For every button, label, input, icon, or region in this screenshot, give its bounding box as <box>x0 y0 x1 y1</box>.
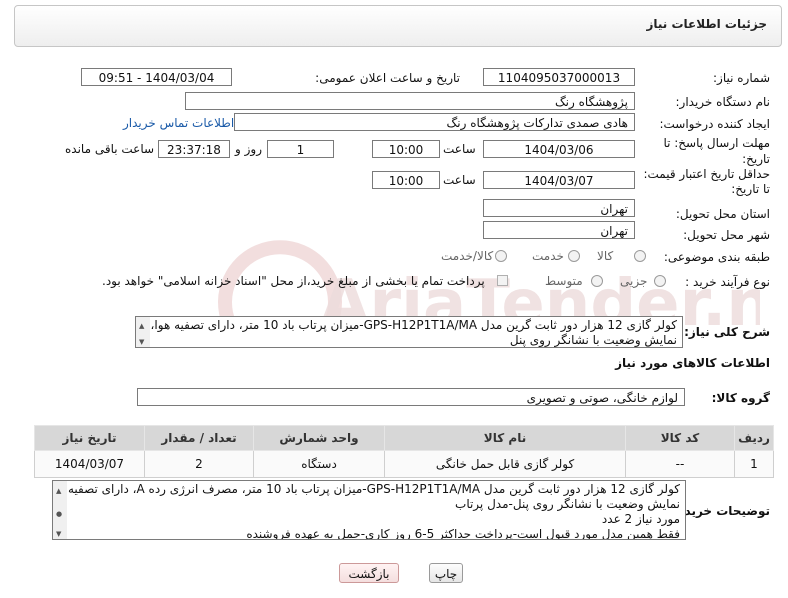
need-number-field[interactable]: 1104095037000013 <box>483 68 635 86</box>
price-time-label: ساعت <box>443 173 476 187</box>
notes-scrollbar[interactable]: ▲ ● ▼ <box>53 481 67 539</box>
category-option-service: خدمت <box>532 249 564 263</box>
category-option-goods: کالا <box>597 249 614 263</box>
summary-label: شرح کلی نیاز: <box>684 325 770 339</box>
col-qty: تعداد / مقدار <box>144 425 254 451</box>
scroll-down-icon[interactable]: ▼ <box>139 335 144 347</box>
summary-scrollbar[interactable]: ▲ ▼ <box>136 317 150 347</box>
goods-table: ردیف کد کالا نام کالا واحد شمارش تعداد /… <box>34 425 774 478</box>
category-radio-goods-service[interactable] <box>495 250 507 262</box>
city-field[interactable]: تهران <box>483 221 635 239</box>
min-price-label-2: تا تاریخ: <box>731 182 770 196</box>
print-button[interactable]: چاپ <box>429 563 463 583</box>
category-radio-goods[interactable] <box>634 250 646 262</box>
buyer-notes-textarea[interactable]: کولر گازی 12 هزار دور ثابت گرین مدل GPS-… <box>52 480 686 540</box>
announce-label: تاریخ و ساعت اعلان عمومی: <box>315 71 460 85</box>
table-header-row: ردیف کد کالا نام کالا واحد شمارش تعداد /… <box>34 425 774 451</box>
payment-checkbox[interactable] <box>497 275 508 286</box>
category-radio-service[interactable] <box>568 250 580 262</box>
cell-date: 1404/03/07 <box>34 450 145 478</box>
deadline-label-2: تاریخ: <box>742 152 770 166</box>
need-number-label: شماره نیاز: <box>713 71 770 85</box>
cell-qty: 2 <box>144 450 254 478</box>
category-option-goods-service: کالا/خدمت <box>441 249 494 263</box>
creator-label: ایجاد کننده درخواست: <box>659 117 770 131</box>
category-label: طبقه بندی موضوعی: <box>663 250 770 264</box>
cell-unit: دستگاه <box>253 450 385 478</box>
announce-field[interactable]: 1404/03/04 - 09:51 <box>81 68 232 86</box>
col-code: کد کالا <box>625 425 735 451</box>
cell-name: کولر گازی قابل حمل خانگی <box>384 450 626 478</box>
buyer-org-label: نام دستگاه خریدار: <box>675 95 771 109</box>
notes-line-1: کولر گازی 12 هزار دور ثابت گرین مدل GPS-… <box>52 482 680 496</box>
province-label: استان محل تحویل: <box>675 207 770 221</box>
remaining-time-field[interactable]: 23:37:18 <box>158 140 230 158</box>
creator-field[interactable]: هادی صمدی تدارکات پژوهشگاه رنگ <box>234 113 635 131</box>
deadline-date-field[interactable]: 1404/03/06 <box>483 140 635 158</box>
scroll-up-icon[interactable]: ▲ <box>56 484 61 499</box>
min-price-label-1: حداقل تاریخ اعتبار قیمت: <box>643 167 770 181</box>
process-radio-minor[interactable] <box>654 275 666 287</box>
scroll-up-icon[interactable]: ▲ <box>139 319 144 334</box>
panel-title: جزئیات اطلاعات نیاز <box>646 17 767 31</box>
back-button[interactable]: بازگشت <box>339 563 399 583</box>
col-unit: واحد شمارش <box>253 425 385 451</box>
col-row: ردیف <box>734 425 774 451</box>
days-label: روز و <box>235 142 262 156</box>
goods-group-label: گروه کالا: <box>711 391 770 405</box>
buyer-org-field[interactable]: پژوهشگاه رنگ <box>185 92 635 110</box>
payment-note: پرداخت تمام یا بخشی از مبلغ خرید،از محل … <box>102 274 485 288</box>
deadline-time-label: ساعت <box>443 142 476 156</box>
notes-line-3: مورد نیاز 2 عدد <box>601 512 680 526</box>
cell-row: 1 <box>734 450 774 478</box>
contact-buyer-link[interactable]: اطلاعات تماس خریدار <box>123 116 234 130</box>
cell-code: -- <box>625 450 735 478</box>
notes-line-4: فقط همین مدل مورد قبول است-پرداخت حداکثر… <box>246 527 680 540</box>
days-field[interactable]: 1 <box>267 140 334 158</box>
details-panel-header: جزئیات اطلاعات نیاز <box>14 5 782 47</box>
col-name: نام کالا <box>384 425 626 451</box>
goods-group-field[interactable]: لوازم خانگی، صوتی و تصویری <box>137 388 685 406</box>
table-row[interactable]: 1 -- کولر گازی قابل حمل خانگی دستگاه 2 1… <box>34 450 774 478</box>
goods-section-title: اطلاعات کالاهای مورد نیاز <box>615 356 770 370</box>
province-field[interactable]: تهران <box>483 199 635 217</box>
scroll-down-icon[interactable]: ▼ <box>56 527 61 539</box>
summary-line-1: کولر گازی 12 هزار دور ثابت گرین مدل GPS-… <box>150 318 677 332</box>
summary-textarea[interactable]: کولر گازی 12 هزار دور ثابت گرین مدل GPS-… <box>135 316 683 348</box>
summary-line-2: نمایش وضعیت با نشانگر روی پنل <box>509 333 677 347</box>
remaining-label: ساعت باقی مانده <box>65 142 155 156</box>
process-option-minor: جزیی <box>620 274 648 288</box>
process-option-medium: متوسط <box>545 274 583 288</box>
deadline-label-1: مهلت ارسال پاسخ: تا <box>663 136 770 150</box>
process-label: نوع فرآیند خرید : <box>685 275 770 289</box>
scroll-dot-icon[interactable]: ● <box>56 507 62 522</box>
price-date-field[interactable]: 1404/03/07 <box>483 171 635 189</box>
page: AriaTender.net جزئیات اطلاعات نیاز شماره… <box>0 0 788 598</box>
city-label: شهر محل تحویل: <box>683 228 770 242</box>
process-radio-medium[interactable] <box>591 275 603 287</box>
col-date: تاریخ نیاز <box>34 425 145 451</box>
notes-line-2: نمایش وضعیت با نشانگر روی پنل-مدل پرتاب <box>455 497 680 511</box>
deadline-time-field[interactable]: 10:00 <box>372 140 440 158</box>
price-time-field[interactable]: 10:00 <box>372 171 440 189</box>
